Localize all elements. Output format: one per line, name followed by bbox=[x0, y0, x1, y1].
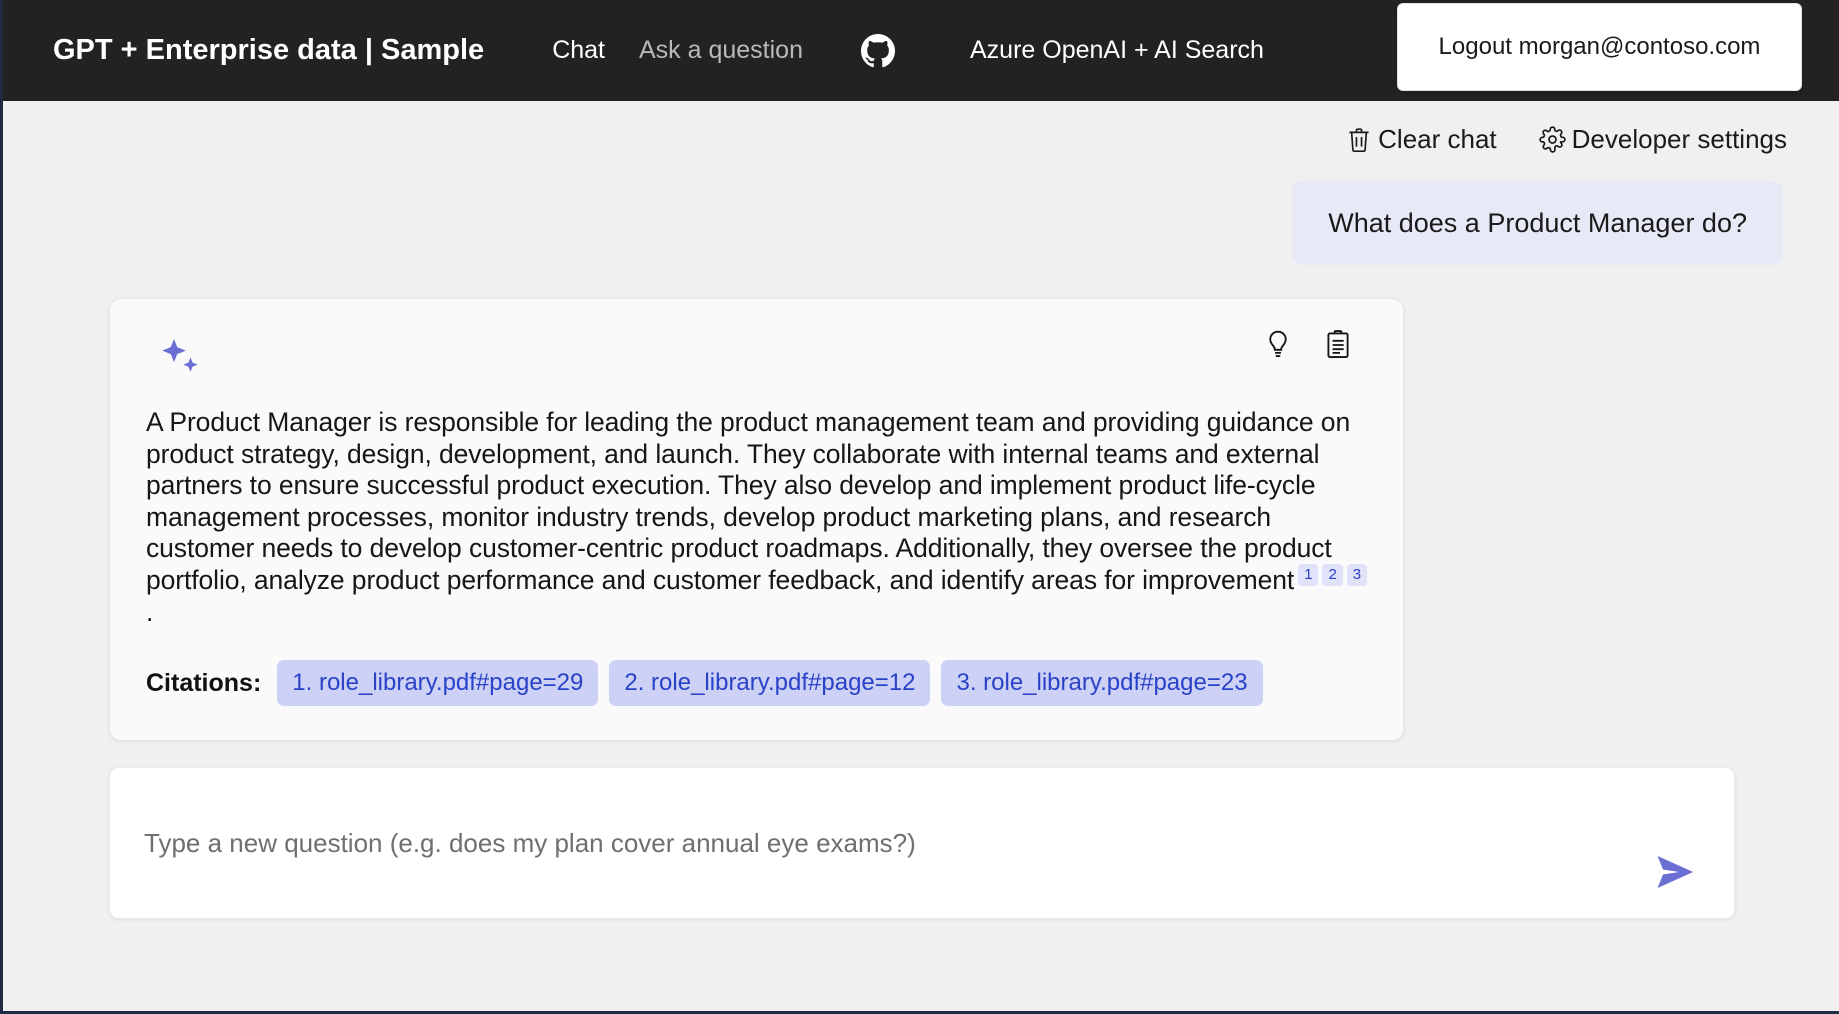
trash-icon bbox=[1346, 126, 1372, 154]
user-message-bubble: What does a Product Manager do? bbox=[1292, 181, 1783, 266]
clear-chat-button[interactable]: Clear chat bbox=[1346, 124, 1497, 155]
inline-citation-1[interactable]: 1 bbox=[1298, 564, 1319, 587]
answer-actions bbox=[1263, 329, 1353, 361]
answer-trailing-punctuation: . bbox=[146, 596, 154, 627]
user-message-row: What does a Product Manager do? bbox=[3, 181, 1787, 266]
logout-button[interactable]: Logout morgan@contoso.com bbox=[1397, 3, 1802, 91]
command-bar: Clear chat Developer settings bbox=[3, 101, 1839, 155]
app-window: GPT + Enterprise data | Sample Chat Ask … bbox=[0, 0, 1839, 1014]
sparkle-icon bbox=[159, 337, 203, 382]
answer-body: A Product Manager is responsible for lea… bbox=[146, 407, 1351, 596]
gear-icon bbox=[1538, 126, 1566, 153]
citation-chip[interactable]: 1. role_library.pdf#page=29 bbox=[277, 660, 599, 706]
chat-area: What does a Product Manager do? A Produc… bbox=[3, 181, 1839, 919]
answer-text: A Product Manager is responsible for lea… bbox=[146, 407, 1367, 628]
citation-chip[interactable]: 2. role_library.pdf#page=12 bbox=[609, 660, 931, 706]
clipboard-icon[interactable] bbox=[1323, 329, 1353, 361]
answer-card: A Product Manager is responsible for lea… bbox=[109, 298, 1404, 741]
app-title: GPT + Enterprise data | Sample bbox=[53, 34, 485, 66]
app-header: GPT + Enterprise data | Sample Chat Ask … bbox=[3, 0, 1839, 101]
answer-card-header bbox=[146, 329, 1367, 385]
citations-row: Citations: 1. role_library.pdf#page=29 2… bbox=[146, 660, 1367, 706]
send-button[interactable] bbox=[1652, 852, 1698, 892]
nav-link-ask-a-question[interactable]: Ask a question bbox=[639, 36, 803, 65]
developer-settings-button[interactable]: Developer settings bbox=[1538, 124, 1787, 155]
github-icon[interactable] bbox=[837, 33, 895, 68]
citations-label: Citations: bbox=[146, 668, 262, 697]
inline-citation-2[interactable]: 2 bbox=[1322, 564, 1343, 587]
clear-chat-label: Clear chat bbox=[1378, 124, 1497, 154]
send-icon bbox=[1657, 856, 1694, 888]
nav-link-chat[interactable]: Chat bbox=[552, 36, 605, 65]
inline-citation-3[interactable]: 3 bbox=[1346, 564, 1367, 587]
main-nav: Chat Ask a question bbox=[552, 33, 895, 68]
citation-chip[interactable]: 3. role_library.pdf#page=23 bbox=[941, 660, 1263, 706]
header-subtitle: Azure OpenAI + AI Search bbox=[970, 36, 1264, 64]
question-input[interactable] bbox=[110, 768, 1734, 918]
developer-settings-label: Developer settings bbox=[1571, 124, 1787, 154]
lightbulb-icon[interactable] bbox=[1263, 329, 1293, 361]
question-input-container bbox=[109, 767, 1735, 919]
